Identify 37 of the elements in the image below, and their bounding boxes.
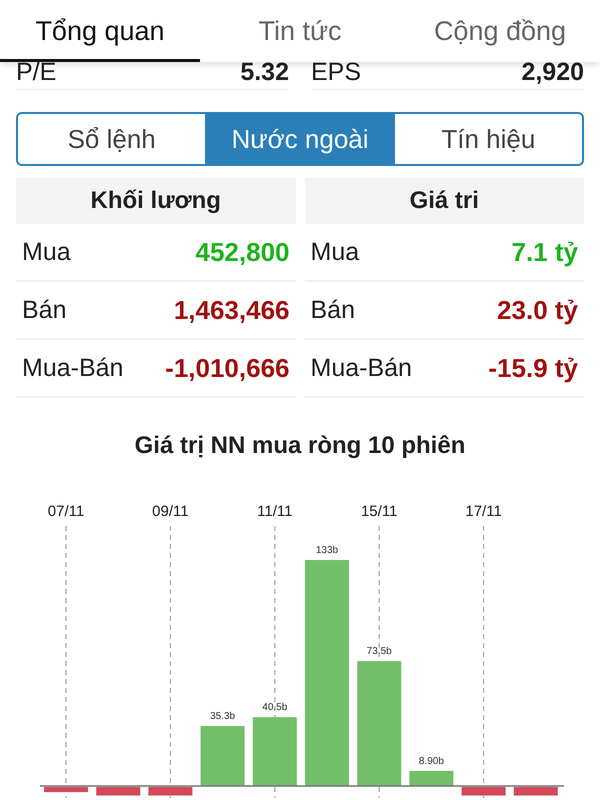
axis-label: 11/11 <box>257 503 292 520</box>
row-value: -1,010,666 <box>165 352 290 384</box>
bar <box>409 770 454 786</box>
row-value: 7.1 tỷ <box>512 236 578 268</box>
bar <box>252 717 297 786</box>
row-value: 23.0 tỷ <box>497 294 578 326</box>
axis-label: 09/11 <box>152 503 189 520</box>
bar <box>462 787 506 796</box>
bar <box>44 787 88 792</box>
value-label: 35.3b <box>210 711 236 722</box>
chart-title: Giá trị NN mua ròng 10 phiên <box>134 432 466 460</box>
bar <box>200 726 245 786</box>
bar <box>96 787 140 796</box>
value-label: 40.5b <box>262 702 288 714</box>
axis-label: 07/11 <box>48 503 84 520</box>
row-label: Bán <box>310 296 355 324</box>
segment-tab[interactable]: Tín hiệu <box>394 114 582 164</box>
tab[interactable]: Tổng quan <box>0 0 200 62</box>
row-label: Mua-Bán <box>310 354 412 382</box>
bar <box>148 787 192 796</box>
value-label: 133b <box>316 545 338 556</box>
bar <box>514 787 558 796</box>
row-value: 452,800 <box>196 236 290 268</box>
row-label: Mua-Bán <box>22 354 124 382</box>
row-label: Mua <box>22 238 71 266</box>
segment-tab[interactable]: Nước ngoài <box>205 114 394 164</box>
value-label: 73.5b <box>366 646 392 658</box>
value-label: 8.90b <box>418 756 444 767</box>
row-value: 1,463,466 <box>174 294 290 326</box>
axis-label: 17/11 <box>465 503 502 520</box>
row-value: -15.9 tỷ <box>488 352 578 384</box>
segment-tab[interactable]: Sổ lệnh <box>18 114 206 164</box>
column-header: Giá tri <box>304 178 584 224</box>
row-label: Mua <box>310 238 360 266</box>
column-header: Khối lương <box>16 178 296 224</box>
axis-label: 15/11 <box>360 503 398 520</box>
row-label: Bán <box>22 296 66 324</box>
